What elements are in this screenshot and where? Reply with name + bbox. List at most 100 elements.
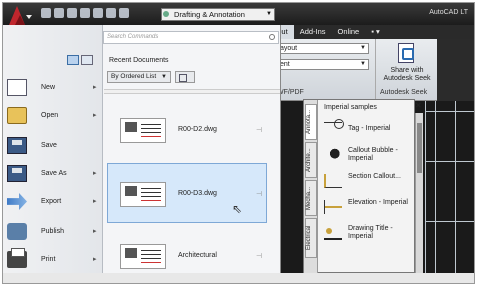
recent-document[interactable]: Architectural ⊣ — [107, 229, 267, 273]
application-menu-icon[interactable] — [5, 3, 35, 27]
chevron-right-icon: ▸ — [93, 228, 97, 235]
drawing-line — [425, 111, 474, 112]
save-as-icon — [7, 165, 27, 182]
chevron-right-icon: ▸ — [93, 112, 97, 119]
palette-item-drawing-title[interactable]: Drawing Title - Imperial — [320, 222, 408, 248]
recent-documents-title: Recent Documents — [109, 57, 169, 64]
tag-icon — [324, 119, 344, 136]
elevation-icon — [324, 200, 342, 214]
seek-panel-label: Autodesk Seek — [380, 89, 428, 96]
tab-more[interactable]: ▪ ▾ — [365, 25, 386, 39]
order-dropdown[interactable]: By Ordered List ▼ — [107, 71, 171, 83]
palette-item-label: Callout Bubble - Imperial — [348, 147, 398, 162]
quick-access-toolbar — [41, 8, 129, 18]
palette-item-section-callout[interactable]: Section Callout... — [320, 170, 408, 196]
callout-bubble-icon — [324, 148, 342, 162]
menu-item-save-as[interactable]: Save As ▸ — [7, 163, 103, 185]
drawing-title-icon — [324, 226, 342, 240]
document-name: Architectural — [178, 252, 217, 259]
palette-item-tag[interactable]: Tag - Imperial — [320, 118, 408, 144]
undo-icon[interactable] — [106, 8, 116, 18]
title-bar: Drafting & Annotation ▼ AutoCAD LT — [3, 3, 474, 27]
open-documents-view-icon[interactable] — [81, 55, 93, 65]
tool-palette: Annota... Archite... Mecha... Electrical… — [303, 99, 415, 274]
recent-documents-view-icon[interactable] — [67, 55, 79, 65]
menu-item-open[interactable]: Open ▸ — [7, 105, 103, 127]
palette-tab-architectural[interactable]: Archite... — [305, 142, 317, 178]
document-name: R00-D2.dwg — [178, 126, 217, 133]
menu-item-label: Save As — [41, 170, 67, 177]
drawing-line — [455, 101, 456, 273]
application-menu: New ▸ Open ▸ Save Save As ▸ Export ▸ Pub… — [3, 25, 281, 273]
save-icon[interactable] — [67, 8, 77, 18]
document-thumbnail — [120, 244, 166, 269]
palette-tab-electrical[interactable]: Electrical — [305, 218, 317, 258]
palette-scrollbar[interactable] — [415, 113, 423, 273]
menu-item-label: Open — [41, 112, 59, 119]
new-icon[interactable] — [41, 8, 51, 18]
layout-combo[interactable]: ayout ▼ — [277, 43, 369, 54]
palette-item-label: Section Callout... — [348, 173, 401, 180]
publish-icon — [7, 223, 27, 240]
save-as-icon[interactable] — [80, 8, 90, 18]
pin-icon[interactable]: ⊣ — [256, 126, 262, 134]
menu-item-new[interactable]: New ▸ — [7, 77, 103, 99]
workspace-label: Drafting & Annotation — [174, 10, 245, 19]
menu-item-export[interactable]: Export ▸ — [7, 191, 103, 213]
document-name: R00-D3.dwg — [178, 190, 217, 197]
tab-add-ins[interactable]: Add-Ins — [294, 25, 332, 39]
recent-document-selected[interactable]: R00-D3.dwg ⊣ ⇖ — [107, 163, 267, 223]
display-icon-dropdown[interactable] — [175, 71, 195, 83]
document-thumbnail — [120, 118, 166, 143]
chevron-down-icon: ▼ — [360, 61, 366, 67]
palette-item-label: Tag - Imperial — [348, 125, 391, 132]
panel-label: WF/PDF — [277, 89, 304, 96]
drawing-line — [425, 101, 426, 273]
setup-combo[interactable]: ent ▼ — [277, 59, 369, 70]
menu-item-label: New — [41, 84, 56, 91]
bottom-strip — [3, 273, 474, 283]
menu-item-save[interactable]: Save — [7, 135, 103, 157]
export-arrow-icon — [7, 193, 27, 210]
share-icon[interactable] — [398, 43, 414, 63]
menu-item-publish[interactable]: Publish ▸ — [7, 221, 103, 243]
save-disk-icon — [7, 137, 27, 154]
menu-item-label: Save — [41, 142, 57, 149]
menu-item-label: Export — [41, 198, 62, 205]
pin-icon[interactable]: ⊣ — [256, 252, 262, 260]
drawing-line — [435, 101, 436, 273]
palette-tab-annotation[interactable]: Annota... — [305, 104, 317, 140]
section-callout-icon — [324, 174, 342, 188]
drawing-line — [425, 161, 474, 162]
pin-icon[interactable]: ⊣ — [256, 190, 262, 198]
tab-online[interactable]: Online — [332, 25, 366, 39]
scrollbar-thumb[interactable] — [417, 123, 422, 173]
app-title: AutoCAD LT — [429, 9, 468, 16]
chevron-down-icon: ▼ — [360, 45, 366, 51]
new-document-icon — [7, 79, 27, 96]
palette-tab-mechanical[interactable]: Mecha... — [305, 180, 317, 216]
recent-document[interactable]: R00-D2.dwg ⊣ — [107, 99, 267, 159]
menu-item-label: Print — [41, 256, 56, 263]
open-icon[interactable] — [54, 8, 64, 18]
splitter[interactable] — [104, 89, 280, 94]
search-icon[interactable] — [269, 34, 275, 40]
search-placeholder: Search Commands — [107, 34, 159, 40]
search-input[interactable]: Search Commands — [103, 31, 279, 44]
plot-icon[interactable] — [93, 8, 103, 18]
folder-icon — [7, 107, 27, 124]
palette-title: Imperial samples — [324, 104, 377, 111]
printer-icon — [7, 248, 27, 268]
document-thumbnail — [120, 182, 166, 207]
ribbon-panel: ayout ▼ ent ▼ WF/PDF Share with Autodesk… — [265, 39, 474, 101]
close-icon[interactable]: ✕ — [415, 101, 422, 110]
window-frame: Drafting & Annotation ▼ AutoCAD LT utput… — [2, 2, 475, 284]
palette-item-elevation[interactable]: Elevation - Imperial — [320, 196, 408, 222]
menu-item-print[interactable]: Print ▸ — [7, 248, 103, 271]
workspace-selector[interactable]: Drafting & Annotation ▼ — [161, 8, 275, 21]
redo-icon[interactable] — [119, 8, 129, 18]
seek-button-label[interactable]: Share with Autodesk Seek — [378, 67, 436, 83]
drawing-line — [425, 221, 474, 222]
palette-item-callout-bubble[interactable]: Callout Bubble - Imperial — [320, 144, 408, 170]
order-dropdown-value: By Ordered List — [111, 73, 157, 80]
